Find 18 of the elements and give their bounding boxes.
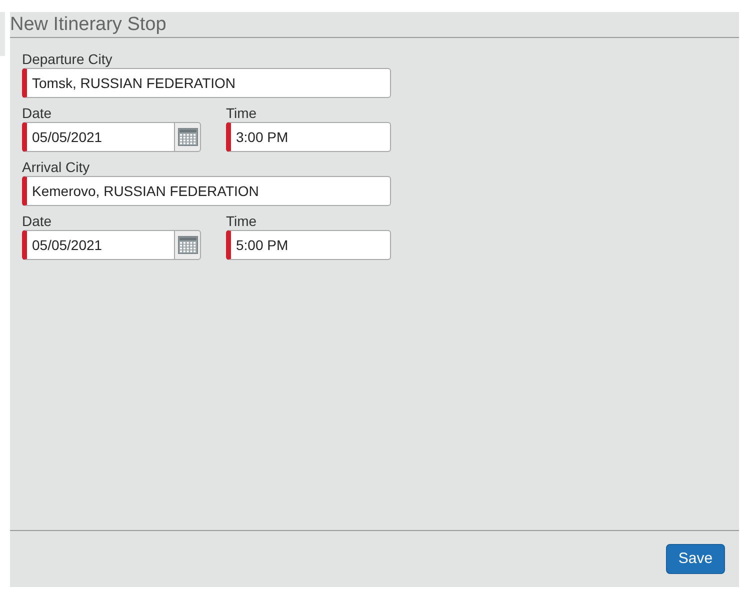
dialog-title: New Itinerary Stop: [10, 12, 739, 38]
field-label: Date: [22, 105, 53, 122]
city-field[interactable]: Tomsk, RUSSIAN FEDERATION: [22, 68, 391, 98]
date-field[interactable]: 05/05/2021: [22, 122, 175, 152]
save-button[interactable]: Save: [666, 544, 725, 574]
field-label: Time: [226, 213, 258, 230]
city-field[interactable]: Kemerovo, RUSSIAN FEDERATION: [22, 176, 391, 206]
time-field[interactable]: 3:00 PM: [226, 122, 391, 152]
field-label: Date: [22, 213, 53, 230]
field-label: Departure City: [22, 51, 114, 68]
field-label: Time: [226, 105, 258, 122]
calendar-icon: [178, 236, 198, 254]
field-label: Arrival City: [22, 159, 91, 176]
calendar-icon: [178, 128, 198, 146]
calendar-button[interactable]: [174, 230, 201, 260]
time-field[interactable]: 5:00 PM: [226, 230, 391, 260]
calendar-button[interactable]: [174, 122, 201, 152]
date-field[interactable]: 05/05/2021: [22, 230, 175, 260]
